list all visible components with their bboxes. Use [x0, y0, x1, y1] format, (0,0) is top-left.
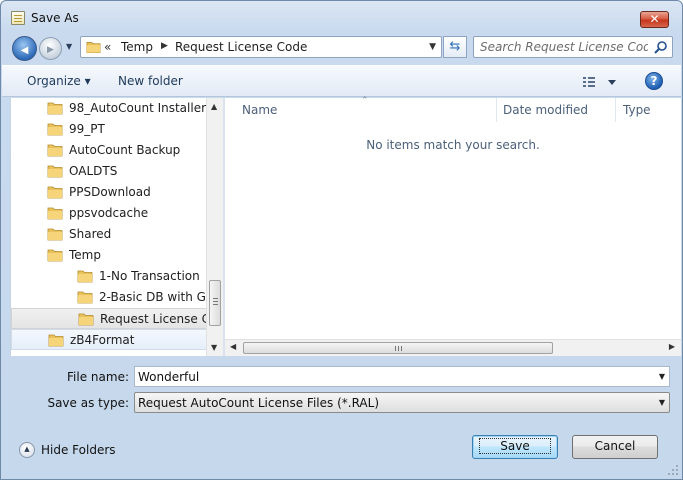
folder-icon [48, 334, 64, 347]
search-input[interactable] [480, 39, 648, 55]
column-divider[interactable] [496, 98, 497, 122]
refresh-icon: ⇆ [449, 39, 461, 54]
overflow-chevron-icon[interactable]: « [104, 40, 111, 54]
tree-item-label: 1-No Transaction [99, 269, 200, 283]
forward-arrow-icon: ▶ [47, 45, 54, 55]
folder-icon [47, 165, 63, 178]
sort-ascending-icon: ⌃ [361, 96, 369, 106]
tree-item-label: PPSDownload [69, 185, 151, 199]
folder-icon [47, 207, 63, 220]
folder-icon [47, 102, 63, 115]
list-scroll-thumb[interactable] [243, 342, 553, 354]
chevron-down-icon[interactable]: ▼ [659, 398, 665, 407]
tree-item[interactable]: OALDTS [11, 161, 207, 182]
scroll-down-icon[interactable]: ▼ [211, 343, 217, 352]
search-icon[interactable] [653, 40, 668, 55]
tree-item-label: 2-Basic DB with GL Ope [99, 290, 222, 304]
scroll-left-icon[interactable]: ◀ [230, 342, 236, 351]
tree-scrollbar[interactable]: ▲ ▼ [206, 98, 223, 356]
tree-item[interactable]: 98_AutoCount Installer [11, 98, 207, 119]
save-as-type-value: Request AutoCount License Files (*.RAL) [138, 396, 379, 410]
save-as-dialog: Save As ✕ ◀ ▶ ▼ « Temp ▶ Request License… [0, 0, 683, 480]
tree-item[interactable]: 2-Basic DB with GL Ope [11, 287, 222, 308]
scroll-up-icon[interactable]: ▲ [211, 102, 217, 111]
tree-item-label: 99_PT [69, 122, 105, 136]
tree-item[interactable]: Shared [11, 224, 207, 245]
column-header-date-modified[interactable]: Date modified [503, 98, 588, 122]
save-button[interactable]: Save [472, 435, 558, 459]
tree-item[interactable]: Temp [11, 245, 207, 266]
file-name-combo[interactable]: ▼ [134, 366, 670, 387]
file-name-label: File name: [67, 370, 129, 384]
scroll-right-icon[interactable]: ▶ [669, 342, 675, 351]
tree-item-label: Request License Code [100, 312, 222, 326]
document-icon [11, 11, 25, 25]
breadcrumb-temp[interactable]: Temp [121, 40, 153, 54]
forward-button[interactable]: ▶ [39, 37, 62, 60]
tree-item-label: 98_AutoCount Installer [69, 101, 207, 115]
folder-icon [47, 249, 63, 262]
tree-item[interactable]: PPSDownload [11, 182, 207, 203]
address-bar[interactable]: « Temp ▶ Request License Code ▼ [80, 36, 442, 58]
tree-item-label: OALDTS [69, 164, 118, 178]
tree-item-label: zB4Format [70, 333, 135, 347]
window-title: Save As [31, 11, 79, 25]
search-box[interactable] [473, 36, 673, 58]
column-divider[interactable] [615, 98, 616, 122]
tree-scroll-thumb[interactable] [209, 280, 221, 326]
tree-item[interactable]: 99_PT [11, 119, 207, 140]
tree-item[interactable]: ppsvodcache [11, 203, 207, 224]
save-as-type-label: Save as type: [47, 396, 129, 410]
folder-icon [47, 186, 63, 199]
folder-icon [47, 228, 63, 241]
folder-icon [86, 41, 101, 53]
tree-item[interactable]: 1-No Transaction [11, 266, 207, 287]
folder-icon [78, 313, 94, 326]
collapse-up-icon: ▲ [19, 442, 35, 458]
back-button[interactable]: ◀ [12, 36, 37, 61]
address-dropdown-icon[interactable]: ▼ [429, 42, 436, 52]
breadcrumb-separator-icon[interactable]: ▶ [161, 41, 168, 51]
tree-item[interactable]: AutoCount Backup [11, 140, 207, 161]
organize-button[interactable]: Organize ▾ [27, 74, 91, 88]
change-view-icon[interactable] [582, 74, 618, 90]
tree-item[interactable]: Request License Code [11, 308, 222, 329]
tree-item-label: Shared [69, 227, 112, 241]
folder-icon [77, 270, 93, 283]
title-bar: Save As ✕ [1, 1, 682, 35]
empty-message: No items match your search. [366, 138, 540, 152]
folder-tree[interactable]: 98_AutoCount Installer 99_PT AutoCount Bac… [10, 98, 222, 356]
cancel-button[interactable]: Cancel [572, 435, 658, 459]
breadcrumb-request-license-code[interactable]: Request License Code [175, 40, 307, 54]
refresh-button[interactable]: ⇆ [443, 36, 467, 58]
tree-item-label: AutoCount Backup [69, 143, 181, 157]
folder-icon [77, 291, 93, 304]
tree-item[interactable]: zB4Format [11, 329, 207, 350]
folder-icon [47, 144, 63, 157]
tree-item-label: ppsvodcache [69, 206, 149, 220]
save-button-label: Save [479, 438, 551, 454]
hide-folders-label: Hide Folders [41, 443, 116, 457]
column-header-name[interactable]: Name [242, 98, 277, 122]
back-arrow-icon: ◀ [20, 45, 29, 56]
close-button[interactable]: ✕ [640, 11, 669, 28]
column-header-type[interactable]: Type [623, 98, 651, 122]
new-folder-button[interactable]: New folder [118, 74, 183, 88]
command-toolbar: Organize ▾ New folder ? [2, 65, 681, 97]
file-list[interactable]: ⌃ Name Date modified Type No items match… [225, 96, 681, 356]
save-as-type-select[interactable]: Request AutoCount License Files (*.RAL) … [134, 392, 670, 413]
chevron-down-icon[interactable]: ▼ [659, 372, 665, 381]
folder-icon [47, 123, 63, 136]
recent-pages-dropdown[interactable]: ▼ [66, 42, 72, 51]
help-icon[interactable]: ? [645, 72, 663, 90]
resize-grip-icon[interactable] [667, 464, 679, 476]
list-horizontal-scrollbar[interactable]: ◀ ▶ [225, 339, 681, 356]
tree-item-label: Temp [69, 248, 101, 262]
file-name-input[interactable] [138, 369, 643, 384]
